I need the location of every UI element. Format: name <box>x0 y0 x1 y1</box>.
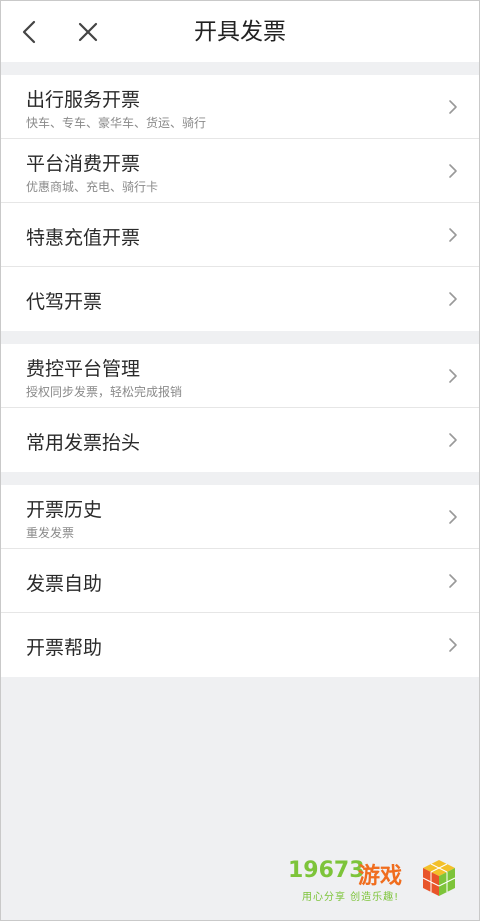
menu-item-invoice-help[interactable]: 开票帮助 <box>0 613 480 677</box>
cube-logo-icon <box>422 860 456 896</box>
menu-item-label: 平台消费开票 <box>26 153 141 175</box>
menu-item-label: 开票历史 <box>26 499 103 521</box>
chevron-right-icon <box>449 510 457 524</box>
chevron-right-icon <box>449 228 457 242</box>
menu-item-subtitle: 优惠商城、充电、骑行卡 <box>26 180 159 194</box>
menu-item-invoice-history[interactable]: 开票历史 重发发票 <box>0 485 480 549</box>
menu-item-ride-service-invoice[interactable]: 出行服务开票 快车、专车、豪华车、货运、骑行 <box>0 75 480 139</box>
menu-item-designated-driver-invoice[interactable]: 代驾开票 <box>0 267 480 331</box>
chevron-right-icon <box>449 292 457 306</box>
chevron-right-icon <box>449 100 457 114</box>
chevron-right-icon <box>449 433 457 447</box>
section-management: 费控平台管理 授权同步发票，轻松完成报销 常用发票抬头 <box>0 344 480 472</box>
menu-item-label: 费控平台管理 <box>26 358 141 380</box>
menu-item-label: 开票帮助 <box>26 637 103 659</box>
menu-item-label: 发票自助 <box>26 573 103 595</box>
menu-item-expense-platform-management[interactable]: 费控平台管理 授权同步发票，轻松完成报销 <box>0 344 480 408</box>
watermark: 19673 游戏 用心分享 创造乐趣! <box>288 856 460 904</box>
menu-item-invoice-self-service[interactable]: 发票自助 <box>0 549 480 613</box>
close-button[interactable] <box>72 16 104 48</box>
menu-item-common-invoice-titles[interactable]: 常用发票抬头 <box>0 408 480 472</box>
back-button[interactable] <box>14 16 46 48</box>
chevron-right-icon <box>449 164 457 178</box>
chevron-right-icon <box>449 574 457 588</box>
menu-item-platform-consumption-invoice[interactable]: 平台消费开票 优惠商城、充电、骑行卡 <box>0 139 480 203</box>
menu-item-label: 代驾开票 <box>26 291 103 313</box>
watermark-number: 19673 <box>288 858 365 883</box>
chevron-left-icon <box>22 20 36 44</box>
chevron-right-icon <box>449 638 457 652</box>
menu-item-subtitle: 重发发票 <box>26 526 75 540</box>
chevron-right-icon <box>449 369 457 383</box>
menu-item-label: 特惠充值开票 <box>26 227 141 249</box>
section-history-help: 开票历史 重发发票 发票自助 开票帮助 <box>0 485 480 677</box>
menu-item-label: 常用发票抬头 <box>26 432 141 454</box>
menu-item-label: 出行服务开票 <box>26 89 141 111</box>
menu-item-subtitle: 快车、专车、豪华车、货运、骑行 <box>26 116 207 130</box>
menu-item-discount-recharge-invoice[interactable]: 特惠充值开票 <box>0 203 480 267</box>
watermark-slogan: 用心分享 创造乐趣! <box>302 892 400 903</box>
menu-item-subtitle: 授权同步发票，轻松完成报销 <box>26 385 183 399</box>
close-icon <box>78 22 98 42</box>
watermark-name: 游戏 <box>358 864 403 889</box>
section-ride-invoices: 出行服务开票 快车、专车、豪华车、货运、骑行 平台消费开票 优惠商城、充电、骑行… <box>0 75 480 331</box>
nav-header: 开具发票 <box>0 0 480 62</box>
